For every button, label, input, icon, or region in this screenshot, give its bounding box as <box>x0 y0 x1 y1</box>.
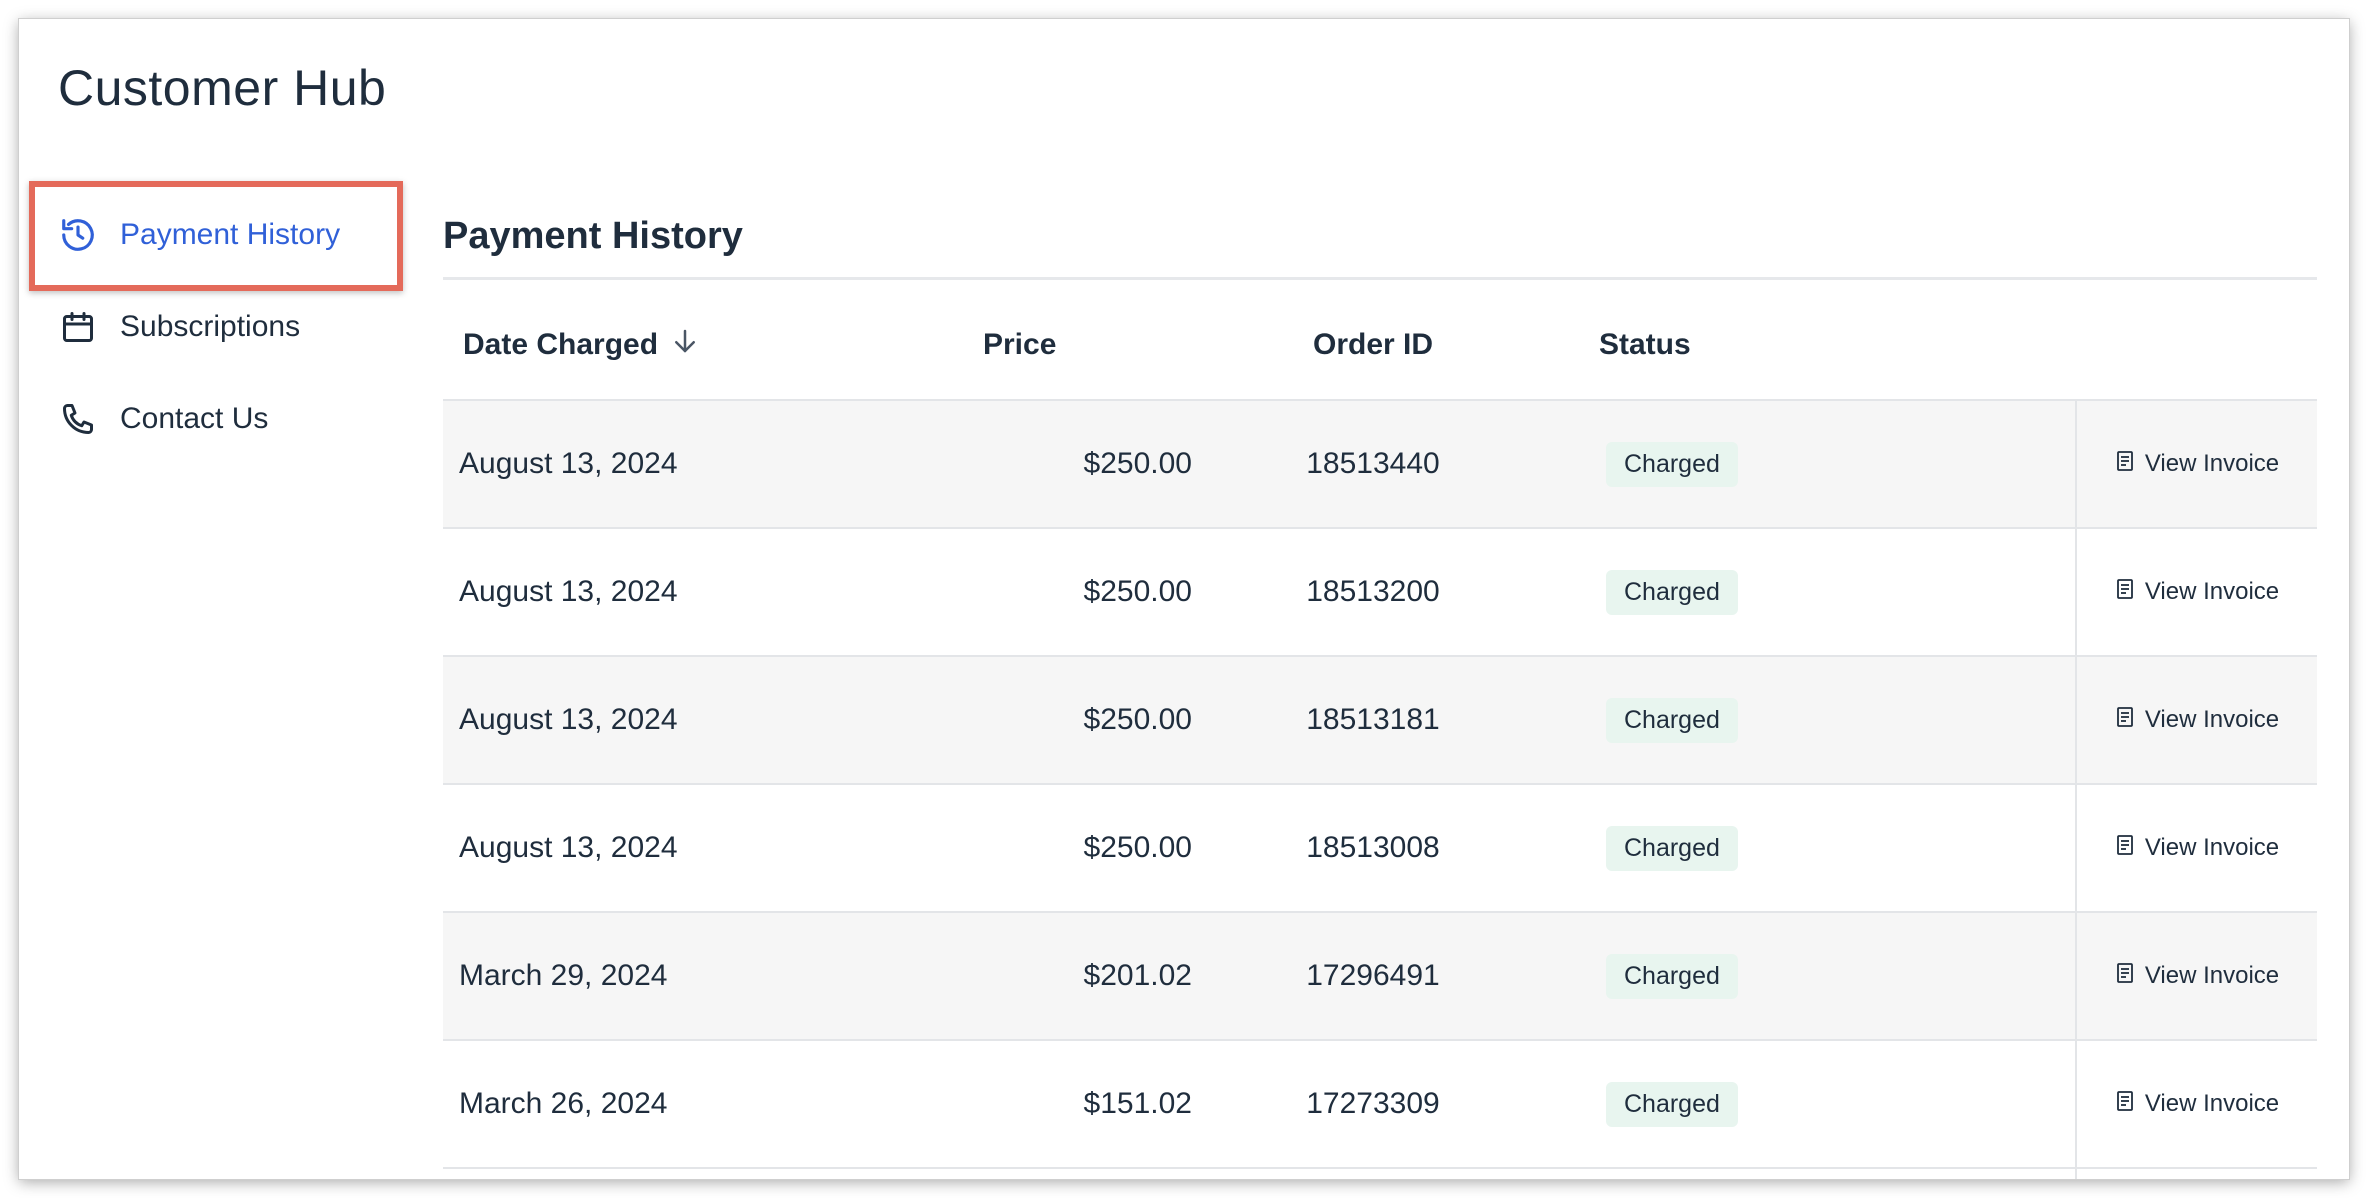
cell-date: August 13, 2024 <box>459 831 678 864</box>
table-cell-cutoff <box>2075 1169 2317 1179</box>
receipt-icon <box>2115 706 2135 735</box>
receipt-icon <box>2115 450 2135 479</box>
view-invoice-label: View Invoice <box>2144 834 2280 861</box>
table-header: Date Charged Price Order ID Status <box>443 289 2317 401</box>
view-invoice-label: View Invoice <box>2144 1090 2280 1117</box>
view-invoice-button[interactable]: View Invoice <box>2075 401 2317 527</box>
status-badge: Charged <box>1606 697 1738 743</box>
payment-history-table: Date Charged Price Order ID Status Augus… <box>443 289 2317 1179</box>
sidebar-item-contact-us[interactable]: Contact Us <box>58 389 268 449</box>
column-header-date-charged[interactable]: Date Charged <box>463 289 700 401</box>
app-window: Customer Hub Payment History Subscriptio… <box>19 19 2349 1179</box>
table-row: March 26, 2024 $151.02 17273309 Charged … <box>443 1041 2317 1169</box>
status-badge: Charged <box>1606 441 1738 487</box>
cell-price: $151.02 <box>1083 1087 1192 1120</box>
cell-status: Charged <box>1606 529 1738 655</box>
sidebar: Payment History Subscriptions Contact Us <box>19 19 419 1179</box>
cell-date: August 13, 2024 <box>459 703 678 736</box>
cell-date: August 13, 2024 <box>459 447 678 480</box>
cell-price: $250.00 <box>1083 575 1192 608</box>
view-invoice-label: View Invoice <box>2144 706 2280 733</box>
sidebar-item-label: Subscriptions <box>120 310 301 343</box>
arrow-down-icon <box>670 326 700 364</box>
cell-order-id: 18513181 <box>1306 703 1440 736</box>
view-invoice-button[interactable]: View Invoice <box>2075 657 2317 783</box>
view-invoice-label: View Invoice <box>2144 578 2280 605</box>
status-badge: Charged <box>1606 1081 1738 1127</box>
history-icon <box>58 215 98 255</box>
receipt-icon <box>2115 962 2135 991</box>
table-row: August 13, 2024 $250.00 18513440 Charged… <box>443 401 2317 529</box>
table-row: March 29, 2024 $201.02 17296491 Charged … <box>443 913 2317 1041</box>
page-title: Payment History <box>443 215 743 257</box>
sidebar-item-label: Contact Us <box>120 402 269 435</box>
main-content: Payment History Date Charged Price Order… <box>425 19 2317 1179</box>
cell-status: Charged <box>1606 913 1738 1039</box>
cell-price: $250.00 <box>1083 703 1192 736</box>
cell-order-id: 17273309 <box>1306 1087 1440 1120</box>
receipt-icon <box>2115 834 2135 863</box>
view-invoice-button[interactable]: View Invoice <box>2075 529 2317 655</box>
cell-status: Charged <box>1606 1041 1738 1167</box>
view-invoice-button[interactable]: View Invoice <box>2075 913 2317 1039</box>
view-invoice-label: View Invoice <box>2144 962 2280 989</box>
view-invoice-button[interactable]: View Invoice <box>2075 785 2317 911</box>
cell-order-id: 18513200 <box>1306 575 1440 608</box>
column-header-order-id: Order ID <box>1312 328 1434 361</box>
column-header-status: Status <box>1599 328 1691 361</box>
calendar-icon <box>58 307 98 347</box>
view-invoice-label: View Invoice <box>2144 450 2280 477</box>
status-badge: Charged <box>1606 953 1738 999</box>
cell-status: Charged <box>1606 657 1738 783</box>
cell-status: Charged <box>1606 401 1738 527</box>
receipt-icon <box>2115 1090 2135 1119</box>
table-row <box>443 1169 2317 1179</box>
cell-price: $250.00 <box>1083 447 1192 480</box>
phone-icon <box>58 399 98 439</box>
status-badge: Charged <box>1606 825 1738 871</box>
column-header-label: Date Charged <box>463 328 659 361</box>
view-invoice-button[interactable]: View Invoice <box>2075 1041 2317 1167</box>
table-body: August 13, 2024 $250.00 18513440 Charged… <box>443 401 2317 1179</box>
cell-date: March 26, 2024 <box>459 1087 668 1120</box>
cell-order-id: 18513440 <box>1306 447 1440 480</box>
status-badge: Charged <box>1606 569 1738 615</box>
cell-date: August 13, 2024 <box>459 575 678 608</box>
cell-price: $250.00 <box>1083 831 1192 864</box>
table-row: August 13, 2024 $250.00 18513008 Charged… <box>443 785 2317 913</box>
cell-order-id: 17296491 <box>1306 959 1440 992</box>
column-header-price: Price <box>983 328 1057 361</box>
sidebar-item-payment-history[interactable]: Payment History <box>58 205 340 265</box>
cell-order-id: 18513008 <box>1306 831 1440 864</box>
table-row: August 13, 2024 $250.00 18513181 Charged… <box>443 657 2317 785</box>
cell-date: March 29, 2024 <box>459 959 668 992</box>
cell-price: $201.02 <box>1083 959 1192 992</box>
divider <box>443 277 2317 280</box>
table-row: August 13, 2024 $250.00 18513200 Charged… <box>443 529 2317 657</box>
sidebar-item-label: Payment History <box>120 218 341 251</box>
receipt-icon <box>2115 578 2135 607</box>
sidebar-item-subscriptions[interactable]: Subscriptions <box>58 297 300 357</box>
cell-status: Charged <box>1606 785 1738 911</box>
